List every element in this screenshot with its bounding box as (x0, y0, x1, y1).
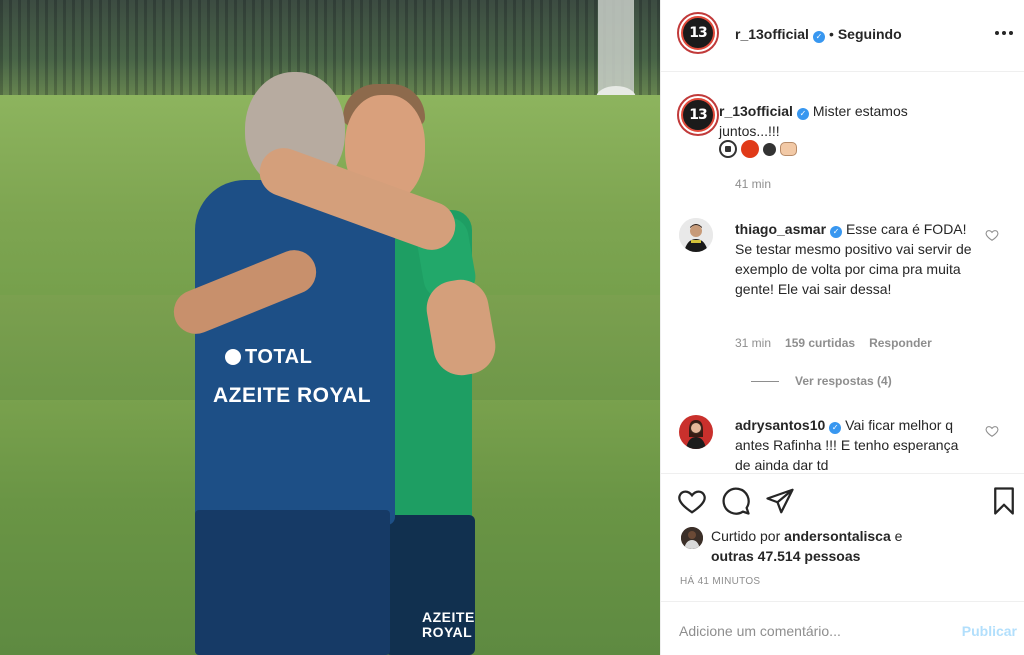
fist-bump-icon (780, 142, 797, 156)
liked-user-link[interactable]: andersontalisca (784, 528, 891, 544)
verified-badge-icon: ✓ (812, 31, 825, 43)
comment-verified-icon: ✓ (829, 422, 842, 434)
comment-body: thiago_asmar ✓ Esse cara é FODA! Se testa… (735, 219, 975, 299)
comment-avatar-photo (679, 218, 713, 252)
comment-like-heart-icon[interactable] (985, 424, 999, 438)
liked-by-avatar[interactable] (681, 527, 703, 549)
coach-shorts (195, 510, 390, 655)
avatar-logo-text: 13 (689, 25, 708, 41)
caption-avatar[interactable]: 13 (677, 94, 719, 136)
shorts-sponsor-line2: ROYAL (422, 624, 473, 640)
post-header: 13 r_13official ✓ • Seguindo (661, 0, 1024, 72)
comment-reply-button[interactable]: Responder (869, 336, 932, 350)
view-replies-label: Ver respostas (4) (795, 374, 892, 388)
black-circle-icon (763, 142, 776, 156)
comment-meta: 31 min 159 curtidas Responder (735, 336, 932, 350)
shorts-sponsor: AZEITE ROYAL (422, 609, 475, 640)
header-user-line: r_13official ✓ • Seguindo (735, 26, 902, 43)
follow-status-button[interactable]: Seguindo (838, 26, 902, 42)
header-username[interactable]: r_13official (735, 26, 809, 42)
liked-and: e (894, 528, 903, 544)
caption-username[interactable]: r_13official (719, 103, 793, 119)
comment-time[interactable]: 31 min (735, 336, 771, 350)
total-logo-icon (225, 349, 241, 365)
comments-list[interactable]: 13 r_13official ✓ Mister estamos juntos..… (661, 73, 1024, 473)
liked-prefix: Curtido por (711, 528, 781, 544)
comment-body: adrysantos10 ✓ Vai ficar melhor q antes R… (735, 415, 975, 473)
view-replies-button[interactable]: Ver respostas (4) (751, 374, 892, 388)
comment-username[interactable]: thiago_asmar (735, 221, 826, 237)
shirt-sponsor-total-text: TOTAL (245, 346, 313, 368)
caption-avatar-logo-text: 13 (689, 107, 708, 123)
photo-background-fence (0, 0, 660, 95)
caption: r_13official ✓ Mister estamos juntos...!!… (719, 101, 959, 141)
post-photo[interactable]: TOTAL AZEITE ROYAL AZEITE ROYAL (0, 0, 660, 655)
comment-likes[interactable]: 159 curtidas (785, 336, 855, 350)
more-options-icon[interactable] (993, 22, 1015, 44)
caption-verified-icon: ✓ (796, 108, 809, 120)
red-circle-icon (741, 140, 759, 158)
post-actions: Curtido por andersontalisca e outras 47.… (661, 473, 1024, 601)
shirt-sponsor-total: TOTAL (225, 346, 312, 369)
heart-icon[interactable] (677, 486, 707, 516)
bookmark-icon[interactable] (989, 486, 1019, 516)
comment-username[interactable]: adrysantos10 (735, 417, 825, 433)
shorts-sponsor-line1: AZEITE (422, 609, 475, 625)
replies-line (751, 380, 779, 382)
share-icon[interactable] (765, 486, 795, 516)
post-timestamp[interactable]: HÁ 41 MINUTOS (680, 576, 760, 587)
header-avatar[interactable]: 13 (677, 12, 719, 54)
header-separator: • (828, 26, 834, 42)
comment-verified-icon: ✓ (830, 226, 843, 238)
likes-text: Curtido por andersontalisca e outras 47.… (711, 526, 1011, 566)
avatar-logo-inner: 13 (681, 16, 715, 50)
caption-time[interactable]: 41 min (735, 177, 771, 191)
comment-avatar[interactable] (679, 415, 713, 449)
liked-others-link[interactable]: outras 47.514 pessoas (711, 548, 860, 564)
instagram-post: TOTAL AZEITE ROYAL AZEITE ROYAL 13 r_13of… (0, 0, 1024, 655)
post-side-panel: 13 r_13official ✓ • Seguindo 13 r_13officia… (660, 0, 1024, 655)
add-comment-bar: Adicione um comentário... Publicar (661, 601, 1024, 655)
comment-input[interactable]: Adicione um comentário... (679, 623, 841, 639)
shirt-sponsor-azeite: AZEITE ROYAL (213, 384, 372, 407)
soccer-ball-icon (719, 140, 737, 158)
comment-icon[interactable] (721, 486, 751, 516)
comment-like-heart-icon[interactable] (985, 228, 999, 242)
comment-avatar[interactable] (679, 218, 713, 252)
caption-emojis (719, 140, 797, 158)
publish-button[interactable]: Publicar (962, 623, 1017, 639)
caption-avatar-logo-inner: 13 (681, 98, 715, 132)
likes-summary: Curtido por andersontalisca e outras 47.… (681, 526, 1011, 566)
comment-avatar-photo (679, 415, 713, 449)
